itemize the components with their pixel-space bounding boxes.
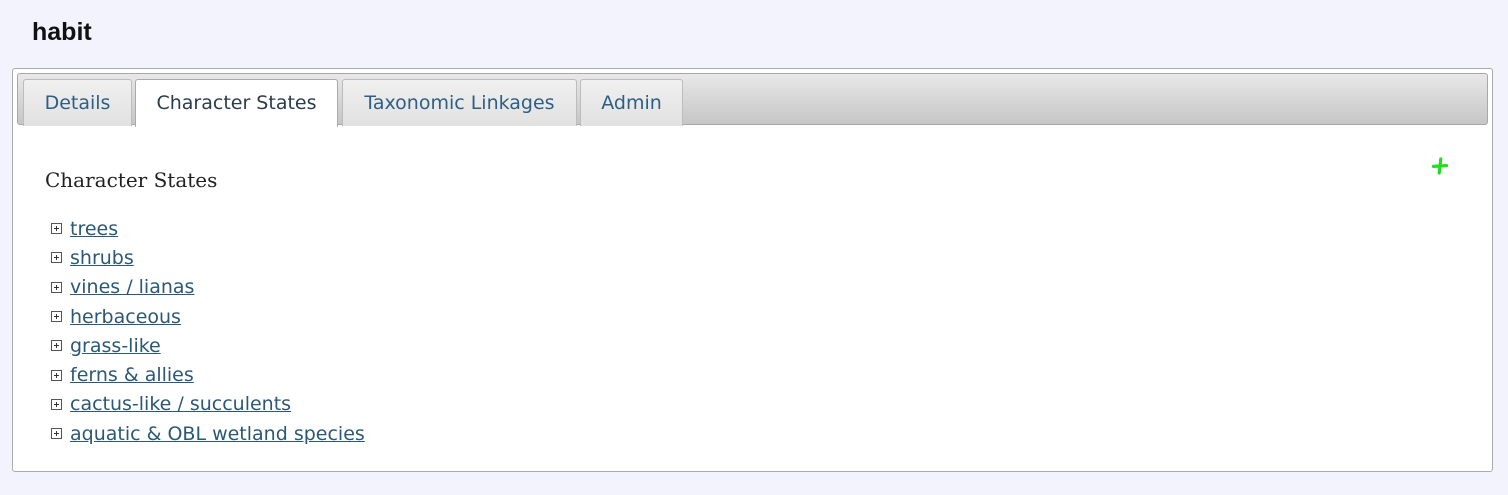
tab-panel: Details Character States Taxonomic Linka…	[12, 68, 1493, 472]
state-link-ferns-allies[interactable]: ferns & allies	[64, 363, 194, 387]
expand-plus-icon[interactable]	[51, 281, 62, 293]
state-link-vines-lianas[interactable]: vines / lianas	[64, 275, 194, 299]
tab-details[interactable]: Details	[23, 79, 132, 126]
section-title: Character States	[45, 168, 218, 192]
list-item: trees	[51, 214, 365, 243]
plus-icon[interactable]	[1431, 157, 1449, 175]
state-link-grass-like[interactable]: grass-like	[64, 334, 161, 358]
expand-plus-icon[interactable]	[51, 252, 62, 264]
expand-plus-icon[interactable]	[51, 340, 62, 352]
state-link-cactus-succulents[interactable]: cactus-like / succulents	[64, 392, 291, 416]
state-link-herbaceous[interactable]: herbaceous	[64, 305, 181, 329]
state-link-aquatic-wetland[interactable]: aquatic & OBL wetland species	[64, 422, 365, 446]
list-item: cactus-like / succulents	[51, 390, 365, 419]
list-item: ferns & allies	[51, 360, 365, 389]
expand-plus-icon[interactable]	[51, 428, 62, 440]
character-state-list: trees shrubs vines / lianas herbaceous g…	[51, 214, 365, 448]
expand-plus-icon[interactable]	[51, 311, 62, 323]
tab-character-states[interactable]: Character States	[135, 79, 338, 127]
list-item: shrubs	[51, 243, 365, 272]
list-item: vines / lianas	[51, 273, 365, 302]
page-title: habit	[32, 18, 92, 46]
expand-plus-icon[interactable]	[51, 398, 62, 410]
tab-admin[interactable]: Admin	[580, 79, 683, 126]
expand-plus-icon[interactable]	[51, 223, 62, 235]
expand-plus-icon[interactable]	[51, 369, 62, 381]
list-item: aquatic & OBL wetland species	[51, 419, 365, 448]
list-item: grass-like	[51, 331, 365, 360]
tab-bar: Details Character States Taxonomic Linka…	[17, 73, 1488, 127]
state-link-shrubs[interactable]: shrubs	[64, 246, 134, 270]
state-link-trees[interactable]: trees	[64, 217, 118, 241]
list-item: herbaceous	[51, 302, 365, 331]
tab-taxonomic-linkages[interactable]: Taxonomic Linkages	[342, 79, 577, 126]
